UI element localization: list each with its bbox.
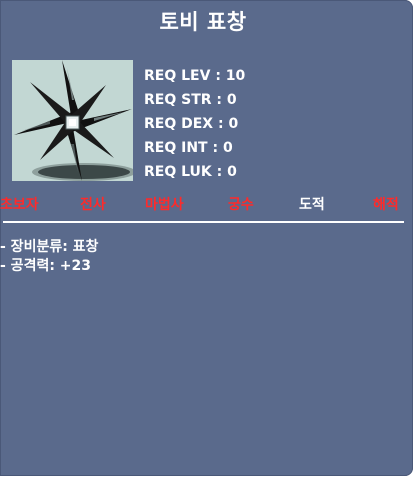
req-luk: REQ LUK : 0 <box>144 164 237 180</box>
item-description: - 장비분류: 표창 - 공격력: +23 <box>0 238 98 276</box>
desc-category: - 장비분류: 표창 <box>0 239 99 255</box>
job-beginner: 초보자 <box>0 197 39 213</box>
item-tooltip: 토비 표창 REQ LEV : 10 REQ STR: 0 REQ DEX:… <box>0 0 413 476</box>
divider <box>3 221 404 223</box>
throwing-star-icon <box>14 60 133 181</box>
item-name: 토비 표창 <box>159 10 247 34</box>
req-int: REQ INT : 0 <box>144 140 233 156</box>
req-str: REQ STR : 0 <box>144 92 237 108</box>
job-bowman: 궁수 <box>228 197 254 213</box>
job-magician: 마법사 <box>145 197 184 213</box>
req-level: REQ LEV : 10 <box>144 68 246 84</box>
job-pirate: 해적 <box>373 197 399 213</box>
item-icon-frame <box>12 60 133 181</box>
job-thief: 도적 <box>299 197 325 213</box>
desc-attack: - 공격력: +23 <box>0 258 92 274</box>
job-list: 초보자 전사 마법사 궁수 도적 해적 <box>0 194 413 216</box>
req-dex: REQ DEX : 0 <box>144 116 239 132</box>
requirements-list: REQ LEV : 10 REQ STR : 0 REQ DEX : 0 REQ… <box>144 64 245 184</box>
job-warrior: 전사 <box>80 197 106 213</box>
